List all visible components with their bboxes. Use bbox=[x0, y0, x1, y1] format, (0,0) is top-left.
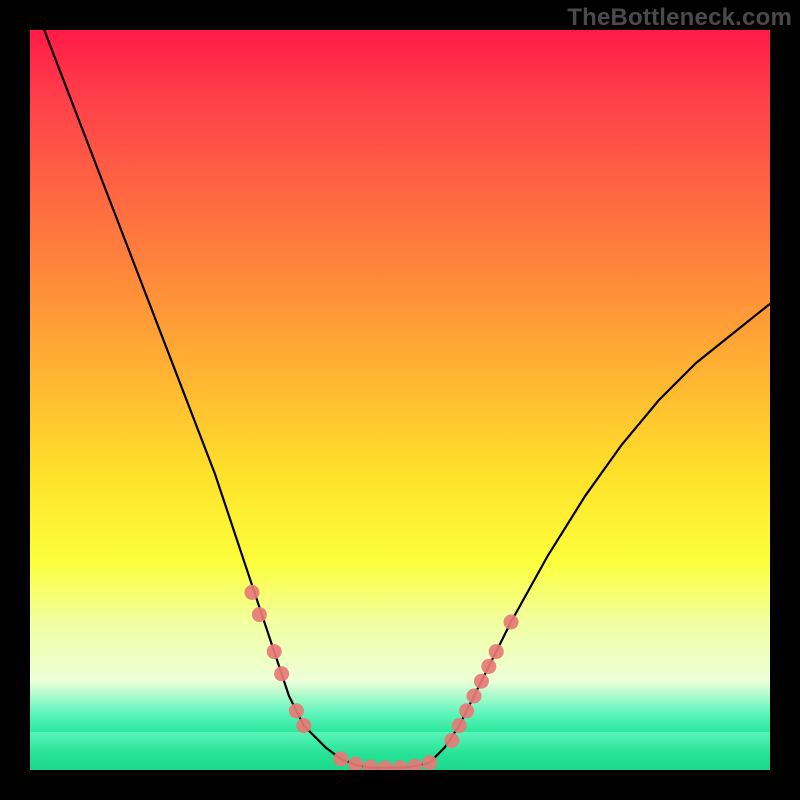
data-point-marker bbox=[267, 644, 282, 659]
data-point-marker bbox=[459, 703, 474, 718]
bottleneck-curve bbox=[30, 30, 770, 768]
data-point-marker bbox=[504, 615, 519, 630]
data-point-marker bbox=[363, 760, 378, 770]
data-point-marker bbox=[378, 760, 393, 770]
chart-frame: TheBottleneck.com bbox=[0, 0, 800, 800]
plot-area bbox=[30, 30, 770, 770]
data-point-marker bbox=[274, 666, 289, 681]
data-point-marker bbox=[245, 585, 260, 600]
watermark-text: TheBottleneck.com bbox=[567, 4, 792, 32]
data-point-marker bbox=[289, 703, 304, 718]
data-point-marker bbox=[393, 760, 408, 770]
data-point-marker bbox=[333, 751, 348, 766]
data-point-marker bbox=[296, 718, 311, 733]
data-point-marker bbox=[489, 644, 504, 659]
data-point-marker bbox=[252, 607, 267, 622]
data-point-marker bbox=[467, 689, 482, 704]
data-point-marker bbox=[348, 757, 363, 770]
data-point-marker bbox=[481, 659, 496, 674]
data-point-marker bbox=[474, 674, 489, 689]
data-point-marker bbox=[422, 755, 437, 770]
data-point-marker bbox=[452, 718, 467, 733]
data-point-marker bbox=[407, 759, 422, 770]
bottleneck-curve-layer bbox=[30, 30, 770, 770]
data-point-marker bbox=[444, 733, 459, 748]
